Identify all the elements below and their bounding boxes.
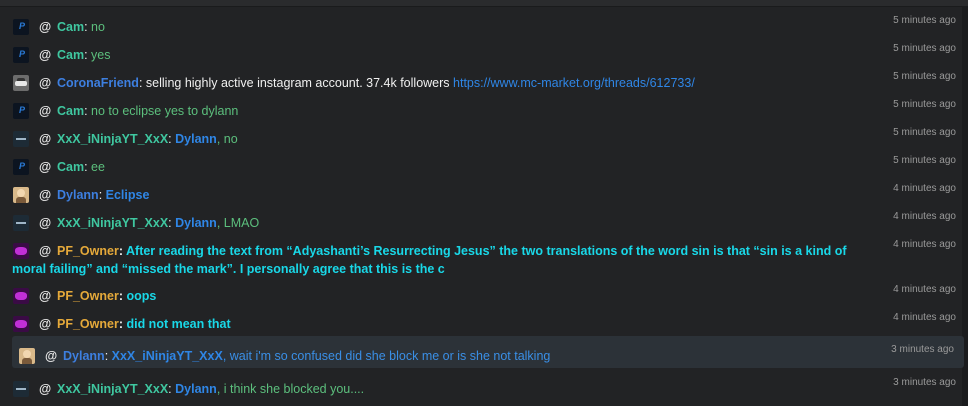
separator: :: [84, 160, 92, 174]
message-text: Eclipse: [105, 188, 150, 202]
timestamp: 3 minutes ago: [891, 344, 954, 355]
timestamp: 5 minutes ago: [893, 155, 956, 166]
mention-name[interactable]: XxX_iNinjaYT_XxX: [112, 349, 223, 363]
timestamp: 4 minutes ago: [893, 239, 956, 250]
message-text: , wait i'm so confused did she block me …: [222, 349, 551, 363]
timestamp: 5 minutes ago: [893, 127, 956, 138]
message-text: oops: [126, 289, 157, 303]
mention-symbol: @: [39, 382, 52, 396]
mention-symbol: @: [39, 317, 52, 331]
timestamp: 3 minutes ago: [893, 377, 956, 388]
separator: :: [84, 104, 92, 118]
timestamp: 5 minutes ago: [893, 71, 956, 82]
dylann-avatar-icon[interactable]: [19, 348, 35, 364]
author-name[interactable]: PF_Owner: [57, 289, 119, 303]
chat-message: @ PF_Owner: After reading the text from …: [12, 239, 962, 278]
author-name[interactable]: Cam: [57, 20, 84, 34]
mention-name[interactable]: Dylann: [175, 132, 217, 146]
timestamp: 4 minutes ago: [893, 183, 956, 194]
message-text-line2: moral failing” and “missed the mark”. I …: [12, 262, 445, 276]
mention-symbol: @: [39, 289, 52, 303]
message-text: yes: [91, 48, 111, 62]
message-text: did not mean that: [126, 317, 231, 331]
thread-link[interactable]: https://www.mc-market.org/threads/612733…: [453, 76, 695, 90]
mention-symbol: @: [39, 216, 52, 230]
author-name[interactable]: PF_Owner: [57, 244, 119, 258]
ninja-avatar-icon[interactable]: [13, 215, 29, 231]
message-text: , no: [216, 132, 238, 146]
timestamp: 5 minutes ago: [893, 43, 956, 54]
ninja-avatar-icon[interactable]: [13, 381, 29, 397]
pf-avatar-icon[interactable]: [13, 288, 29, 304]
author-name[interactable]: Cam: [57, 48, 84, 62]
author-name[interactable]: XxX_iNinjaYT_XxX: [57, 216, 168, 230]
dylann-avatar-icon[interactable]: [13, 187, 29, 203]
separator: :: [84, 20, 92, 34]
timestamp: 4 minutes ago: [893, 284, 956, 295]
author-name[interactable]: XxX_iNinjaYT_XxX: [57, 132, 168, 146]
ninja-avatar-icon[interactable]: [13, 131, 29, 147]
message-text: ee: [91, 160, 105, 174]
message-text: , i think she blocked you....: [216, 382, 365, 396]
message-text: , LMAO: [216, 216, 260, 230]
mention-symbol: @: [39, 244, 52, 258]
mention-symbol: @: [39, 104, 52, 118]
cam-avatar-icon[interactable]: P: [13, 103, 29, 119]
mention-symbol: @: [39, 76, 52, 90]
separator: :: [118, 244, 126, 258]
mention-symbol: @: [39, 132, 52, 146]
author-name[interactable]: XxX_iNinjaYT_XxX: [57, 382, 168, 396]
separator: :: [138, 76, 146, 90]
top-divider: [0, 0, 968, 7]
mention-symbol: @: [39, 48, 52, 62]
author-name[interactable]: Dylann: [63, 349, 105, 363]
pf-avatar-icon[interactable]: [13, 316, 29, 332]
mention-symbol: @: [39, 160, 52, 174]
author-name[interactable]: CoronaFriend: [57, 76, 139, 90]
cam-avatar-icon[interactable]: P: [13, 159, 29, 175]
author-name[interactable]: Cam: [57, 160, 84, 174]
chat-feed: P @ Cam: no 5 minutes ago P @ Cam: yes 5…: [0, 0, 968, 406]
separator: :: [98, 188, 106, 202]
mention-symbol: @: [45, 349, 58, 363]
timestamp: 5 minutes ago: [893, 99, 956, 110]
separator: :: [104, 349, 112, 363]
mention-name[interactable]: Dylann: [175, 216, 217, 230]
message-text: selling highly active instagram account.…: [145, 76, 454, 90]
author-name[interactable]: Dylann: [57, 188, 99, 202]
timestamp: 5 minutes ago: [893, 15, 956, 26]
cam-avatar-icon[interactable]: P: [13, 47, 29, 63]
cam-avatar-icon[interactable]: P: [13, 19, 29, 35]
author-name[interactable]: Cam: [57, 104, 84, 118]
message-text-line1: After reading the text from “Adyashanti’…: [126, 244, 847, 258]
author-name[interactable]: PF_Owner: [57, 317, 119, 331]
mention-symbol: @: [39, 188, 52, 202]
mention-symbol: @: [39, 20, 52, 34]
message-text: no to eclipse yes to dylann: [91, 104, 239, 118]
message-text: no: [91, 20, 105, 34]
timestamp: 4 minutes ago: [893, 312, 956, 323]
mention-name[interactable]: Dylann: [175, 382, 217, 396]
car-avatar-icon[interactable]: [13, 75, 29, 91]
pf-avatar-icon[interactable]: [13, 243, 29, 259]
timestamp: 4 minutes ago: [893, 211, 956, 222]
separator: :: [84, 48, 92, 62]
